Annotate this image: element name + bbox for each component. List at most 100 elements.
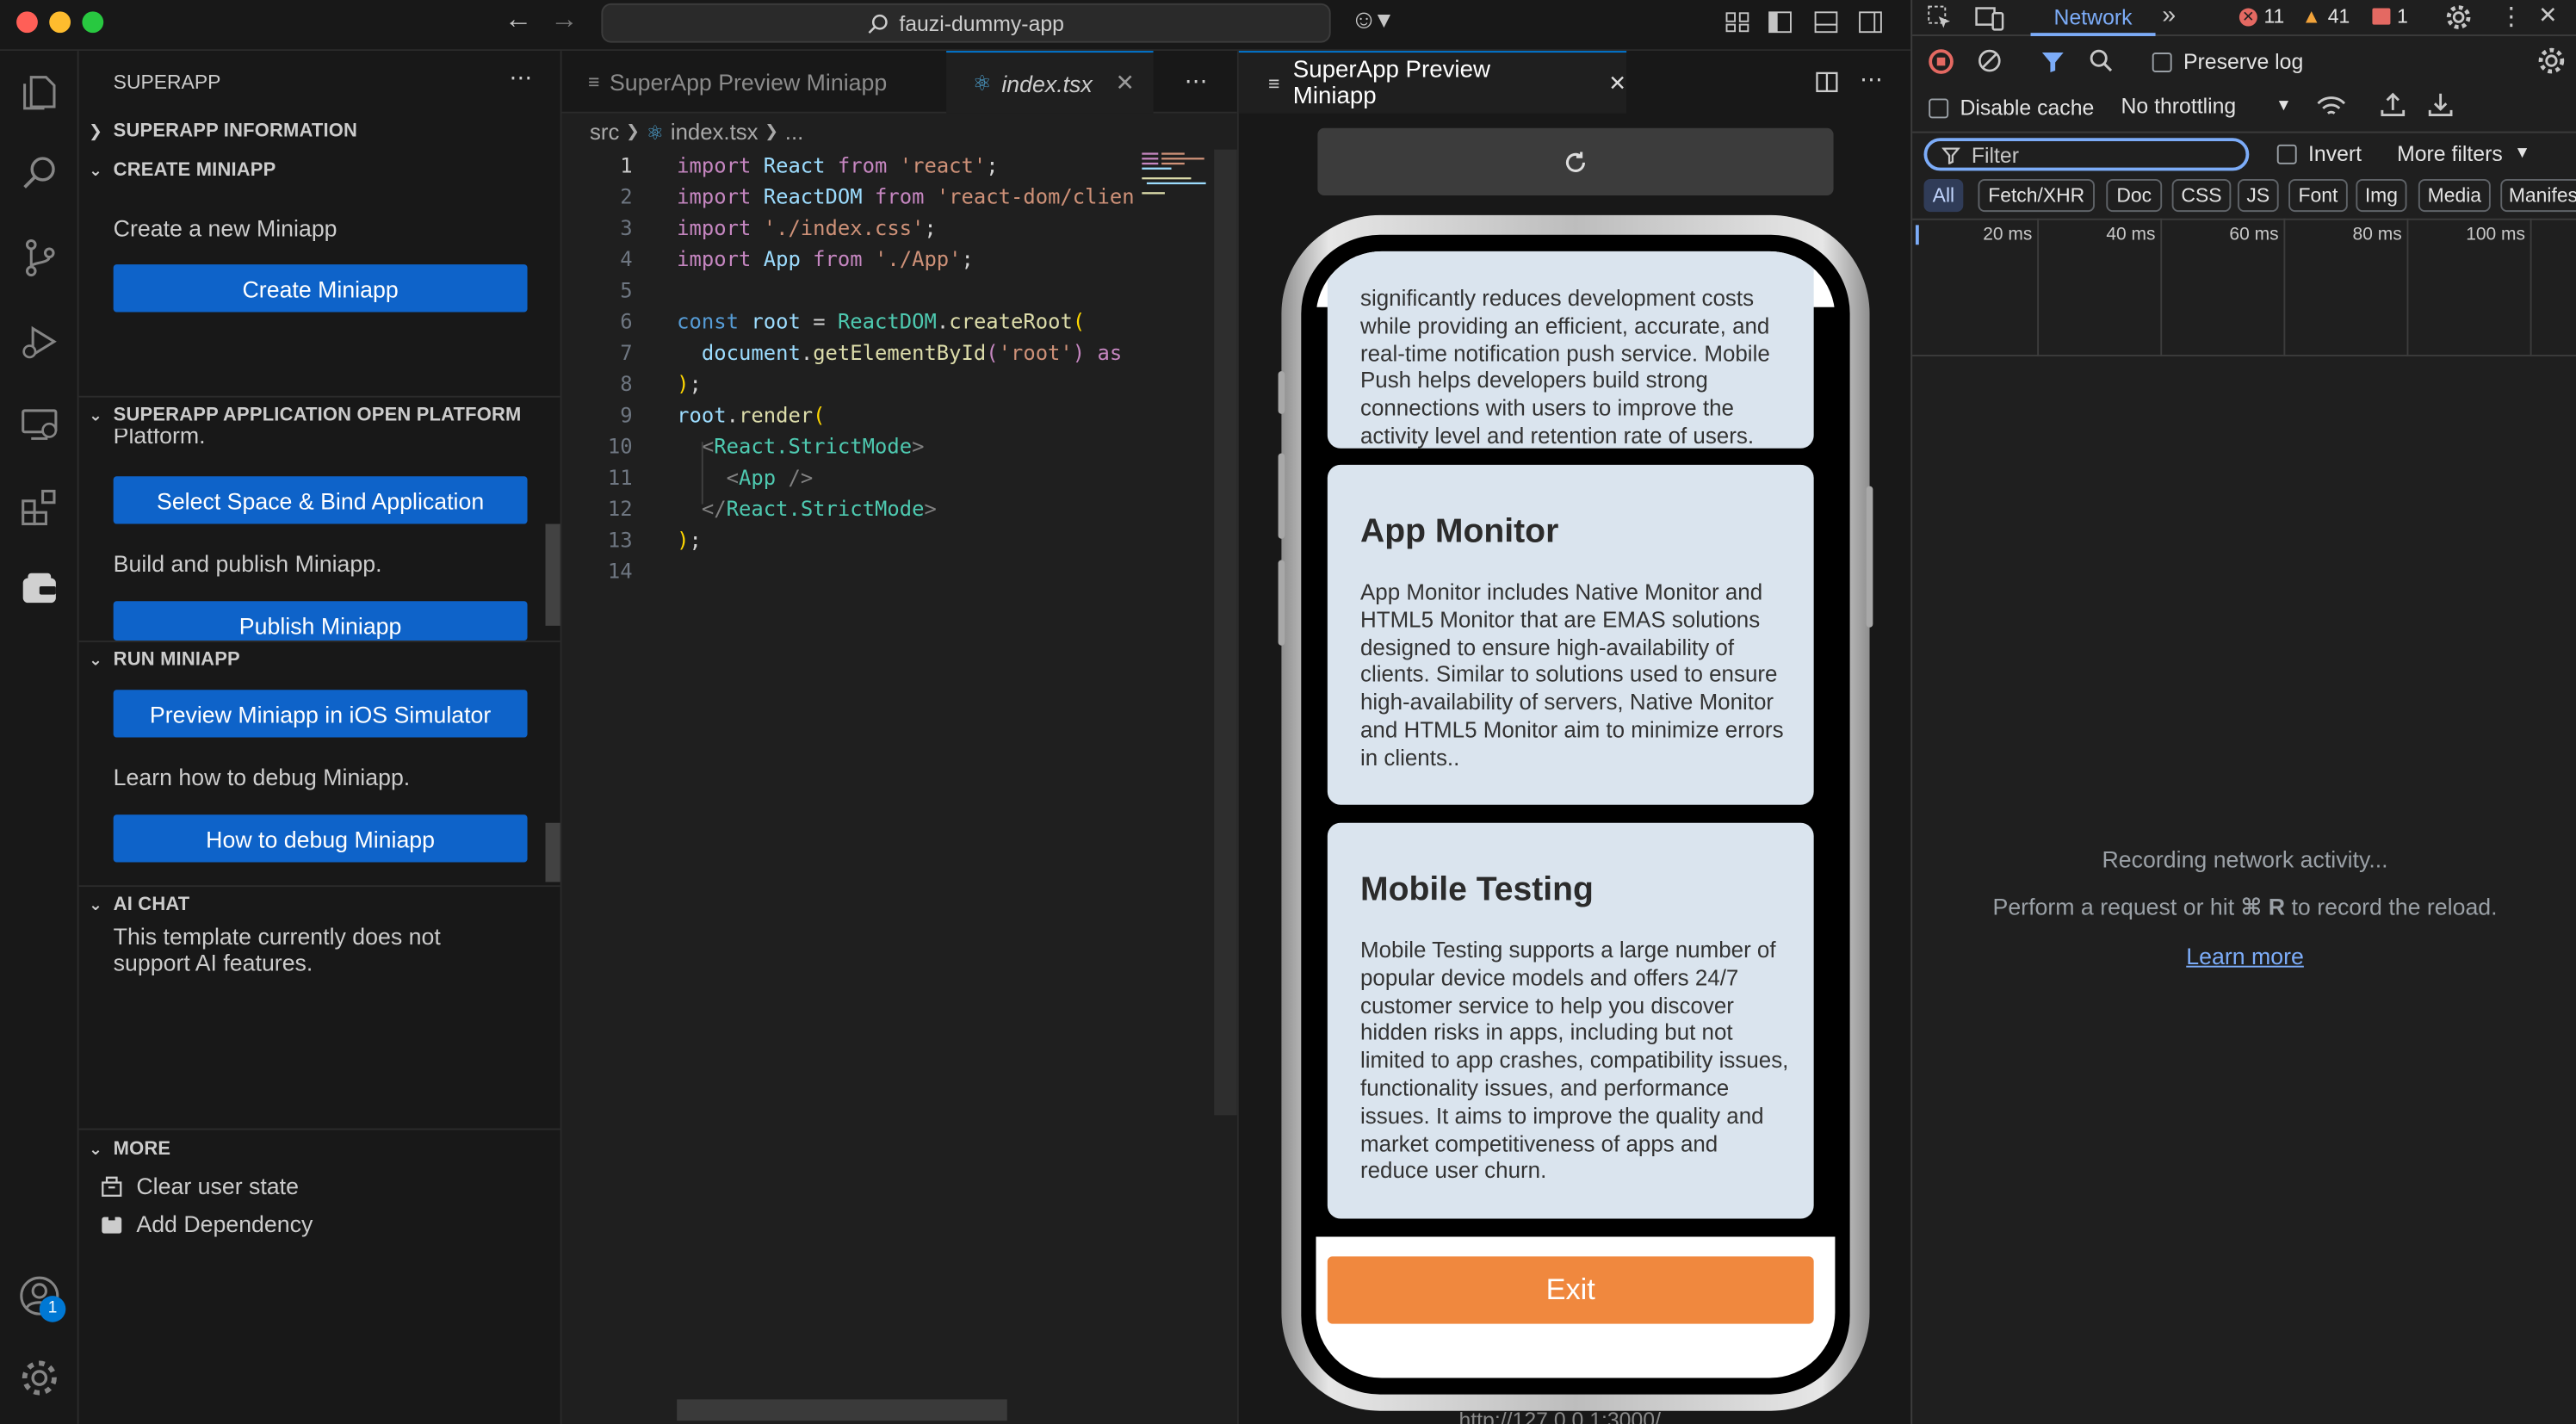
breadcrumb-index-tsx[interactable]: index.tsx (671, 120, 759, 145)
filter-chip-manifest[interactable]: Manifest (2500, 178, 2576, 213)
issues-counter[interactable]: 1 (2372, 5, 2408, 28)
network-settings-gear-icon[interactable] (2536, 46, 2566, 75)
upload-har-icon[interactable] (2381, 92, 2406, 119)
filter-input[interactable]: Filter (1923, 138, 2250, 171)
close-tab-icon[interactable]: ✕ (1115, 69, 1134, 96)
filter-chip-doc[interactable]: Doc (2106, 178, 2163, 213)
app-monitor-text: App Monitor includes Native Monitor and … (1359, 579, 1784, 771)
more-filters-dropdown[interactable]: More filters ▼ (2397, 141, 2530, 166)
sidebar-scrollbar[interactable] (545, 523, 560, 626)
editor-more-actions-icon[interactable]: ⋯ (1185, 67, 1208, 95)
filter-chip-media[interactable]: Media (2418, 178, 2491, 213)
filter-row: Filter Invert More filters ▼ (1912, 131, 2576, 177)
breadcrumb-chevron-icon: ❯ (626, 123, 641, 142)
remote-explorer-icon[interactable] (18, 402, 61, 445)
volume-up-button (1278, 453, 1285, 539)
command-center-search[interactable]: fauzi-dummy-app (601, 3, 1331, 43)
filter-chip-all[interactable]: All (1923, 178, 1964, 213)
phone-screen[interactable]: ▃▅ ≈ ▮ significantly reduces development… (1316, 251, 1836, 1378)
preview-more-actions-icon[interactable]: ⋯ (1860, 65, 1883, 93)
editor-horizontal-scrollbar[interactable] (677, 1399, 1007, 1421)
filter-chip-css[interactable]: CSS (2171, 178, 2232, 213)
code-line: 12 </React.StrictMode> (607, 496, 937, 521)
breadcrumb-src[interactable]: src (590, 120, 619, 145)
recording-hint: Perform a request or hit ⌘ R to record t… (1992, 893, 2498, 920)
back-arrow-icon[interactable]: ← (505, 5, 532, 33)
tab-network[interactable]: Network (2030, 0, 2156, 36)
close-tab-icon[interactable]: ✕ (1608, 70, 1626, 96)
section-create-miniapp[interactable]: ⌄ CREATE MINIAPP (79, 154, 560, 187)
clear-icon[interactable] (1977, 47, 2003, 74)
close-window-button[interactable] (16, 11, 38, 34)
filter-chip-font[interactable]: Font (2288, 178, 2348, 213)
tab-superapp-preview-miniapp[interactable]: ≡ SuperApp Preview Miniapp ✕ (1238, 51, 1627, 114)
superapp-wallet-icon[interactable] (18, 568, 61, 611)
warning-counter[interactable]: ▲ 41 (2301, 5, 2350, 28)
chevron-down-icon: ⌄ (89, 651, 103, 670)
section-ai-chat[interactable]: ⌄ AI CHAT (79, 888, 560, 921)
section-open-platform[interactable]: ⌄ SUPERAPP APPLICATION OPEN PLATFORM (79, 399, 560, 432)
split-editor-icon[interactable] (1816, 71, 1839, 94)
add-dependency-item[interactable]: Add Dependency (100, 1210, 313, 1236)
search-icon[interactable] (18, 152, 61, 195)
toggle-panel-icon[interactable] (1814, 9, 1839, 34)
more-tabs-icon[interactable]: » (2162, 2, 2176, 29)
network-conditions-wifi-icon[interactable] (2317, 94, 2346, 121)
gear-icon[interactable] (18, 1357, 61, 1400)
code-line: 2 import ReactDOM from 'react-dom/clien (620, 183, 1135, 209)
customize-layout-icon[interactable] (1725, 9, 1750, 34)
minimize-window-button[interactable] (49, 11, 71, 34)
code-line: 4 import App from './App'; (620, 246, 974, 271)
toggle-primary-sidebar-icon[interactable] (1768, 9, 1793, 34)
select-space-bind-button[interactable]: Select Space & Bind Application (113, 476, 528, 524)
how-to-debug-button[interactable]: How to debug Miniapp (113, 814, 528, 863)
device-toolbar-icon[interactable] (1975, 5, 2004, 32)
run-debug-icon[interactable] (18, 320, 61, 363)
settings-gear-icon[interactable] (2444, 3, 2472, 31)
network-toolbar: Preserve log (1912, 38, 2576, 84)
minimap[interactable] (1142, 150, 1214, 199)
clear-user-state-item[interactable]: Clear user state (100, 1173, 299, 1199)
search-icon[interactable] (2088, 47, 2115, 74)
preview-ios-simulator-button[interactable]: Preview Miniapp in iOS Simulator (113, 690, 528, 738)
section-superapp-information[interactable]: ❯ SUPERAPP INFORMATION (79, 115, 560, 148)
download-har-icon[interactable] (2428, 92, 2453, 119)
exit-button[interactable]: Exit (1327, 1256, 1814, 1324)
source-control-icon[interactable] (18, 237, 61, 280)
filter-chip-img[interactable]: Img (2356, 178, 2407, 213)
create-miniapp-description: Create a new Miniapp (113, 214, 337, 242)
section-run-miniapp[interactable]: ⌄ RUN MINIAPP (79, 644, 560, 677)
publish-miniapp-button[interactable]: Publish Miniapp (113, 601, 528, 641)
section-more[interactable]: ⌄ MORE (79, 1133, 560, 1166)
create-miniapp-button[interactable]: Create Miniapp (113, 264, 528, 313)
run-section-scrollbar[interactable] (545, 822, 560, 882)
preserve-log-checkbox[interactable]: Preserve log (2152, 49, 2303, 74)
explorer-icon[interactable] (18, 71, 61, 114)
record-stop-icon[interactable] (1929, 49, 1954, 74)
filter-icon[interactable] (2040, 49, 2065, 74)
forward-arrow-icon[interactable]: → (550, 5, 578, 33)
reload-button[interactable] (1317, 127, 1834, 196)
invert-checkbox[interactable]: Invert (2276, 141, 2362, 166)
archive-icon (102, 1176, 122, 1197)
tab-superapp-preview[interactable]: ≡ SuperApp Preview Miniapp (562, 51, 947, 113)
sidebar-more-icon[interactable]: ⋯ (510, 64, 533, 91)
filter-chip-fetch-xhr[interactable]: Fetch/XHR (1978, 178, 2095, 213)
tab-index-tsx[interactable]: ⚛ index.tsx ✕ (946, 51, 1154, 114)
app-monitor-card: App Monitor App Monitor includes Native … (1327, 464, 1814, 805)
devtools-menu-icon[interactable]: ⋮ (2499, 2, 2523, 31)
toggle-secondary-sidebar-icon[interactable] (1858, 9, 1883, 34)
inspect-element-icon[interactable] (1927, 5, 1954, 32)
error-counter[interactable]: ✕ 11 (2239, 5, 2284, 28)
filter-chip-js[interactable]: JS (2237, 178, 2279, 213)
copilot-icon[interactable]: ☺▾ (1351, 8, 1391, 35)
ai-chat-text-1: This template currently does not (113, 923, 441, 950)
learn-more-link[interactable]: Learn more (1912, 943, 2576, 969)
maximize-window-button[interactable] (82, 11, 104, 34)
extensions-icon[interactable] (18, 486, 61, 529)
breadcrumb-ellipsis[interactable]: ... (785, 120, 803, 145)
close-devtools-icon[interactable]: ✕ (2538, 2, 2557, 29)
disable-cache-checkbox[interactable]: Disable cache (1929, 96, 2094, 120)
editor-vertical-scrollbar[interactable] (1214, 149, 1237, 1116)
throttling-select[interactable]: No throttling ▼ (2121, 94, 2291, 119)
